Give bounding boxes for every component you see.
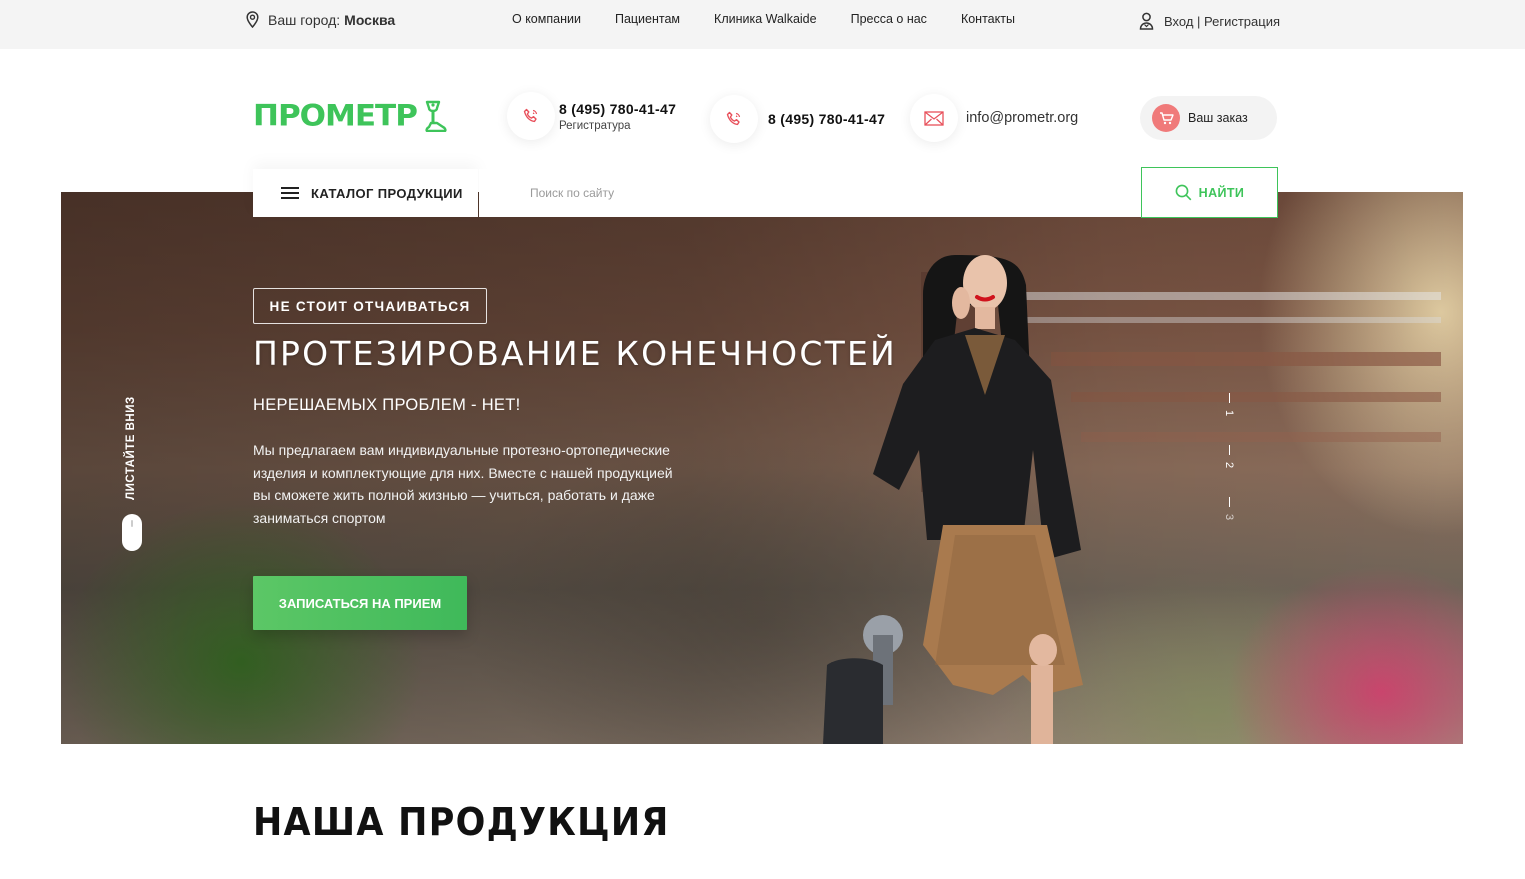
products-section-title: НАША ПРОДУКЦИЯ xyxy=(253,800,670,844)
cart-icon xyxy=(1159,111,1174,124)
mail-icon xyxy=(924,110,944,126)
site-logo[interactable]: ПРОМЕТР xyxy=(253,98,449,134)
phone-icon-circle xyxy=(710,95,758,143)
nav-patients[interactable]: Пациентам xyxy=(615,12,680,26)
mouse-scroll-icon[interactable] xyxy=(122,514,142,551)
city-selector[interactable]: Ваш город: Москва xyxy=(246,11,395,28)
nav-press[interactable]: Пресса о нас xyxy=(851,12,927,26)
login-label: Вход | Регистрация xyxy=(1164,13,1281,29)
city-value[interactable]: Москва xyxy=(344,12,395,28)
phone-icon xyxy=(523,108,538,123)
nav-contacts[interactable]: Контакты xyxy=(961,12,1015,26)
hero-title: ПРОТЕЗИРОВАНИЕ КОНЕЧНОСТЕЙ xyxy=(253,334,897,373)
appointment-button[interactable]: ЗАПИСАТЬСЯ НА ПРИЕМ xyxy=(253,576,467,630)
pager-item-3[interactable]: 3 xyxy=(1223,514,1235,520)
phone-registry[interactable]: 8 (495) 780-41-47 Регистратура xyxy=(507,92,676,140)
hero-subtitle: НЕРЕШАЕМЫХ ПРОБЛЕМ - НЕТ! xyxy=(253,396,521,414)
pager-item-1[interactable]: 1 xyxy=(1223,410,1235,416)
burger-menu-icon xyxy=(281,187,299,199)
scroll-hint-label: ЛИСТАЙТЕ ВНИЗ xyxy=(125,396,137,500)
pager-dash xyxy=(1229,393,1230,403)
city-label: Ваш город: xyxy=(268,11,341,28)
logo-prosthesis-icon xyxy=(425,100,447,132)
location-pin-icon xyxy=(246,11,259,28)
nav-about[interactable]: О компании xyxy=(512,12,581,26)
email-address[interactable]: info@prometr.org xyxy=(966,110,1078,126)
cart-icon-circle xyxy=(1152,104,1180,132)
search-icon xyxy=(1175,184,1192,201)
search-button[interactable]: НАЙТИ xyxy=(1141,167,1278,218)
login-register-link[interactable]: Вход | Регистрация xyxy=(1139,12,1280,30)
logo-text: ПРОМЕТР xyxy=(253,98,418,134)
mail-icon-circle xyxy=(910,94,958,142)
pager-dash xyxy=(1229,497,1230,507)
phone-secondary[interactable]: 8 (495) 780-41-47 xyxy=(710,95,885,143)
hero-description: Мы предлагаем вам индивидуальные протезн… xyxy=(253,442,673,526)
phone-number-2[interactable]: 8 (495) 780-41-47 xyxy=(768,111,885,127)
nav-clinic[interactable]: Клиника Walkaide xyxy=(714,12,817,26)
slider-pagination: 1 2 3 xyxy=(1222,393,1238,533)
catalog-menu-button[interactable]: КАТАЛОГ ПРОДУКЦИИ xyxy=(253,169,478,217)
pager-dash xyxy=(1229,445,1230,455)
search-input[interactable] xyxy=(479,169,1141,217)
pager-item-2[interactable]: 2 xyxy=(1223,462,1235,468)
top-bar: Ваш город: Москва О компании Пациентам К… xyxy=(0,0,1525,49)
phone-icon xyxy=(726,111,741,126)
cart-button[interactable]: Ваш заказ xyxy=(1140,96,1277,140)
cart-label: Ваш заказ xyxy=(1188,111,1248,125)
phone-icon-circle xyxy=(507,92,555,140)
hero-badge: НЕ СТОИТ ОТЧАИВАТЬСЯ xyxy=(253,288,487,324)
email-contact[interactable]: info@prometr.org xyxy=(910,94,1078,142)
phone-caption: Регистратура xyxy=(559,119,631,132)
search-button-label: НАЙТИ xyxy=(1198,185,1245,200)
user-icon xyxy=(1139,12,1154,30)
phone-number-1[interactable]: 8 (495) 780-41-47 xyxy=(559,101,676,117)
catalog-label: КАТАЛОГ ПРОДУКЦИИ xyxy=(311,185,463,201)
hero-model-image xyxy=(823,255,1083,744)
top-navigation: О компании Пациентам Клиника Walkaide Пр… xyxy=(512,12,1049,26)
